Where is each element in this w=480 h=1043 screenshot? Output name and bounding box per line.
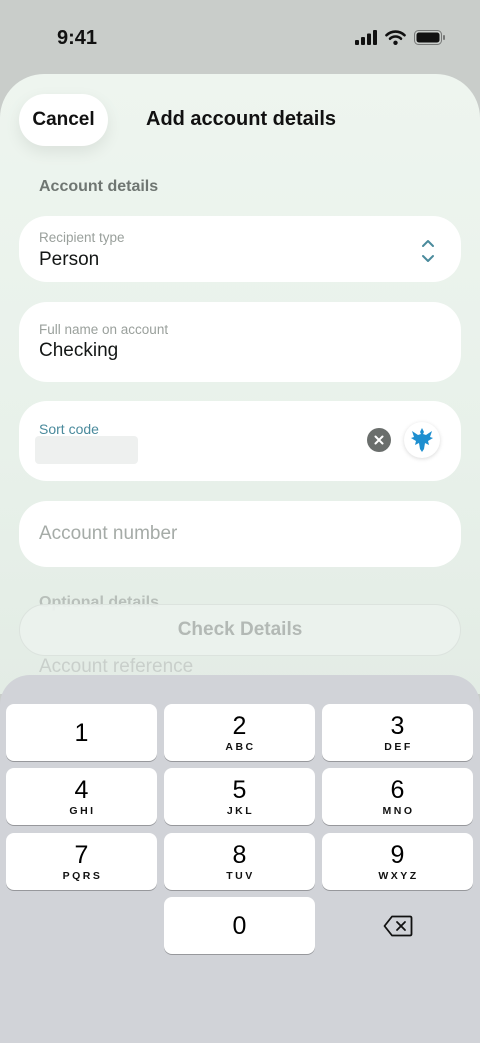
status-bar: 9:41: [0, 0, 480, 78]
key-2[interactable]: 2 ABC: [164, 704, 315, 761]
key-8[interactable]: 8 TUV: [164, 833, 315, 890]
key-letters: TUV: [226, 869, 255, 882]
account-details-heading: Account details: [39, 178, 159, 195]
chevron-up-down-icon: [422, 240, 434, 262]
key-7[interactable]: 7 PQRS: [6, 833, 157, 890]
key-9[interactable]: 9 WXYZ: [322, 833, 473, 890]
key-digit: 1: [74, 718, 89, 747]
backspace-key[interactable]: [322, 897, 473, 954]
key-letters: DEF: [384, 740, 413, 753]
key-letters: PQRS: [62, 869, 103, 882]
numeric-keypad: 1 2 ABC 3 DEF 4 GHI 5 JKL 6 MNO 7 PQRS 8…: [0, 675, 480, 1043]
cancel-button[interactable]: Cancel: [19, 94, 108, 146]
account-number-placeholder: Account number: [39, 523, 178, 544]
key-letters: WXYZ: [378, 869, 419, 882]
key-digit: 6: [390, 775, 405, 804]
wifi-icon: [385, 30, 406, 45]
battery-icon: [414, 30, 445, 45]
status-icons: [355, 30, 446, 45]
recipient-type-select[interactable]: Recipient type Person: [19, 216, 461, 282]
key-digit: 9: [390, 840, 405, 869]
key-digit: 7: [74, 840, 89, 869]
key-5[interactable]: 5 JKL: [164, 768, 315, 825]
status-time: 9:41: [57, 27, 98, 49]
account-number-field[interactable]: Account number: [19, 501, 461, 567]
clear-sort-code-button[interactable]: [367, 428, 391, 452]
key-1[interactable]: 1: [6, 704, 157, 761]
add-account-sheet: Cancel Add account details Account detai…: [0, 74, 480, 694]
full-name-field[interactable]: Full name on account Checking: [19, 302, 461, 382]
full-name-label: Full name on account: [39, 322, 169, 337]
key-letters: MNO: [382, 804, 415, 817]
sort-code-field[interactable]: Sort code: [19, 401, 461, 481]
key-6[interactable]: 6 MNO: [322, 768, 473, 825]
key-3[interactable]: 3 DEF: [322, 704, 473, 761]
sort-code-label: Sort code: [39, 421, 99, 437]
recipient-type-value: Person: [39, 249, 100, 270]
key-letters: JKL: [226, 804, 255, 817]
key-digit: 4: [74, 775, 89, 804]
key-digit: 5: [232, 775, 247, 804]
key-letters: GHI: [69, 804, 96, 817]
key-digit: 2: [232, 711, 247, 740]
check-details-button[interactable]: Check Details: [19, 604, 461, 656]
cellular-signal-icon: [355, 30, 377, 45]
bank-logo: [404, 422, 440, 458]
sort-code-input[interactable]: [35, 436, 138, 464]
page-title: Add account details: [146, 108, 337, 130]
key-letters: ABC: [225, 740, 256, 753]
full-name-value: Checking: [39, 340, 119, 361]
recipient-type-label: Recipient type: [39, 230, 125, 245]
key-digit: 3: [390, 711, 405, 740]
key-0[interactable]: 0: [164, 897, 315, 954]
eagle-icon: [411, 428, 433, 452]
key-digit: 0: [232, 911, 247, 940]
close-icon: [374, 435, 384, 445]
backspace-icon: [383, 915, 412, 936]
key-4[interactable]: 4 GHI: [6, 768, 157, 825]
key-digit: 8: [232, 840, 247, 869]
